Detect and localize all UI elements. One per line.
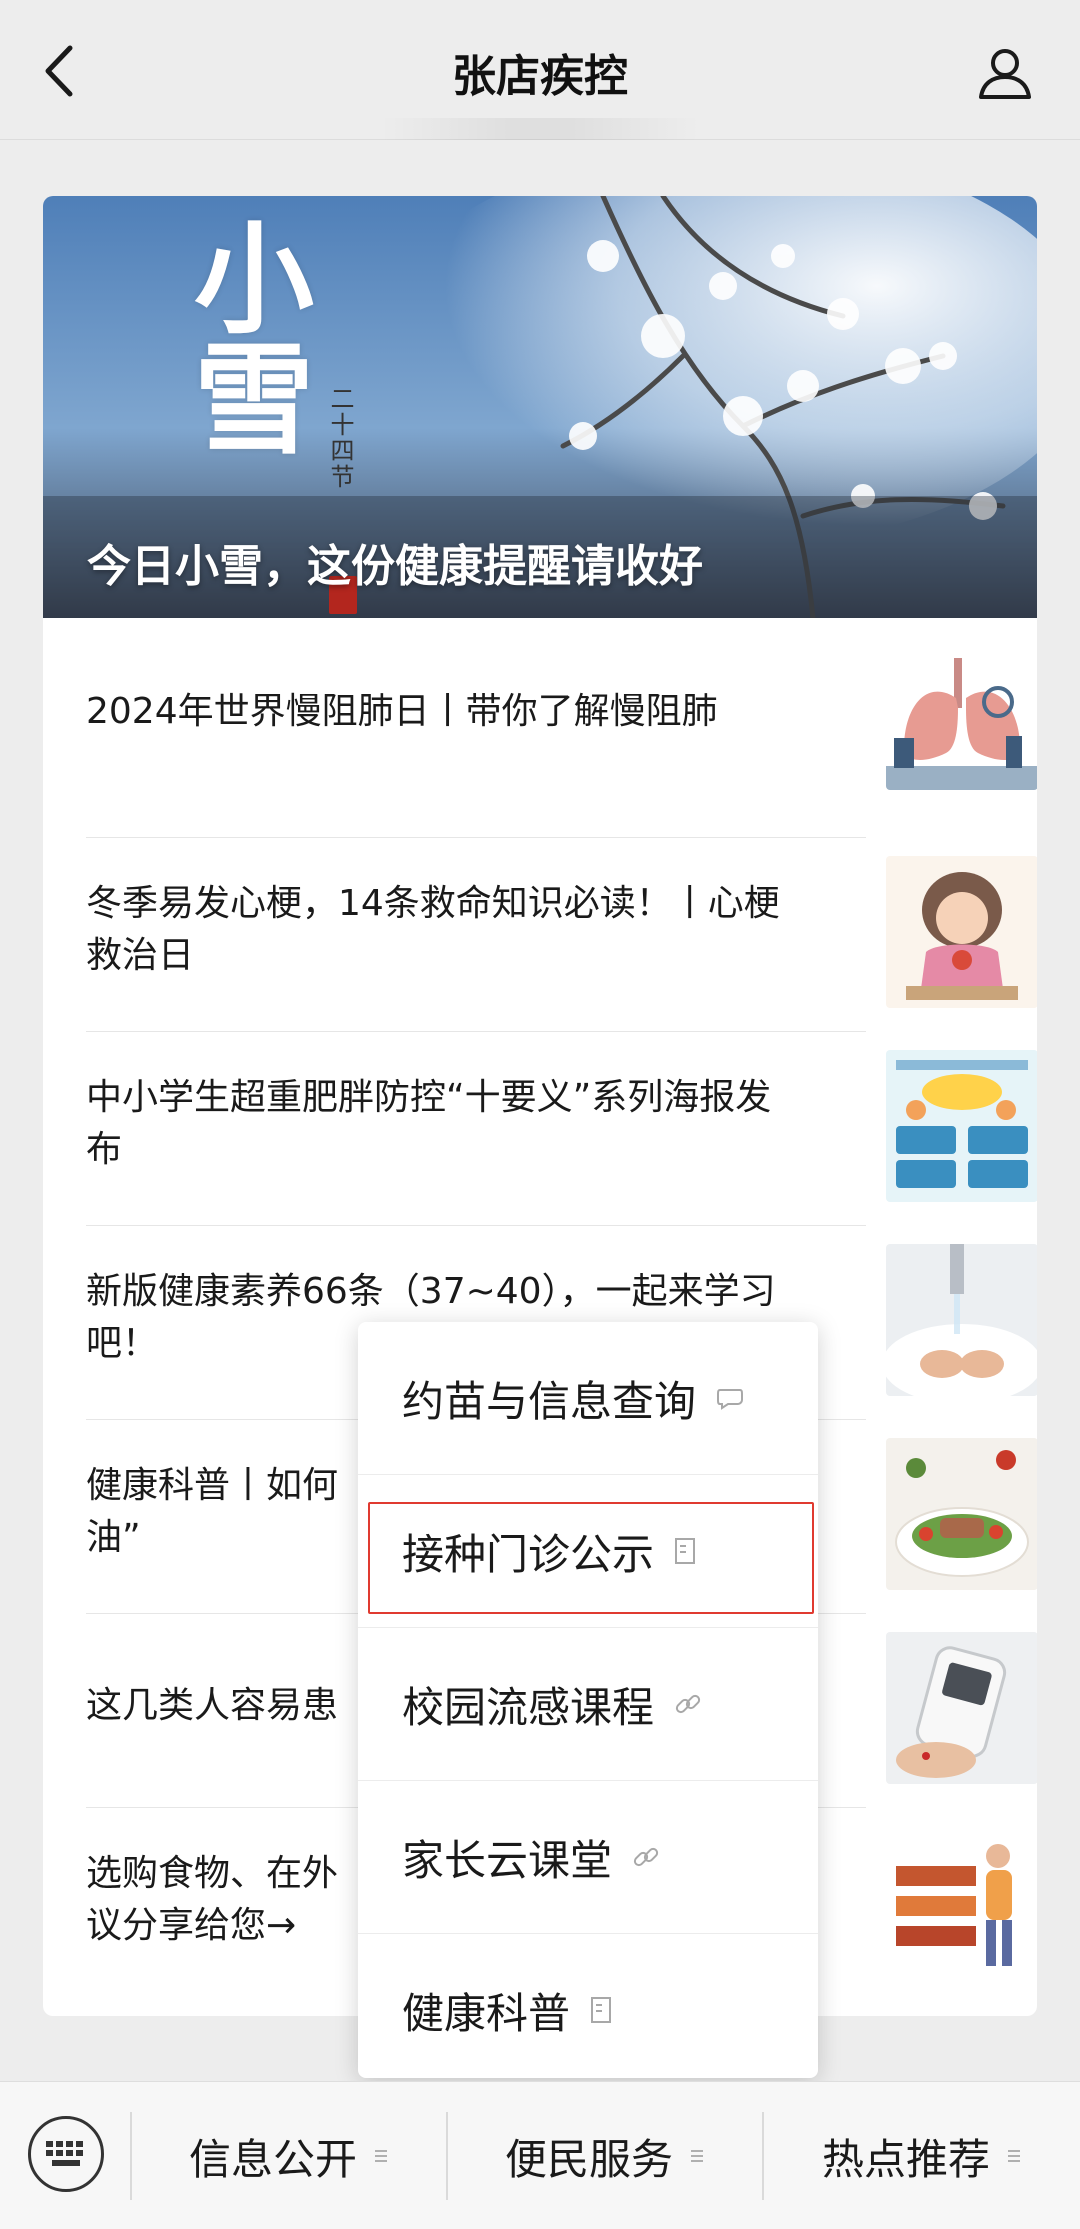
- top-bar: 张店疾控: [0, 0, 1080, 140]
- scrolled-content-remnant: [380, 118, 700, 140]
- glucose-meter-photo: [886, 1632, 1037, 1784]
- menu-lines-icon: [1006, 2147, 1022, 2165]
- menu-item-vaccine-query[interactable]: 约苗与信息查询: [358, 1322, 818, 1474]
- article-thumbnail: [886, 1438, 1037, 1590]
- submenu-popup: 约苗与信息查询 接种门诊公示 校园流感课程 家长云课堂 健康科普: [358, 1322, 818, 2078]
- tab-label: 便民服务: [504, 2134, 673, 2184]
- article-item[interactable]: 中小学生超重肥胖防控“十要义”系列海报发布: [86, 1032, 1037, 1226]
- link-icon: [632, 1843, 660, 1871]
- article-title: 2024年世界慢阻肺日丨带你了解慢阻肺: [86, 691, 718, 732]
- article-thumbnail: [886, 1050, 1037, 1202]
- market-illustration: [886, 1826, 1037, 1978]
- tab-convenience-services[interactable]: 便民服务: [448, 2082, 762, 2229]
- article-item[interactable]: 冬季易发心梗，14条救命知识必读！丨心梗救治日: [86, 838, 1037, 1032]
- menu-item-parent-cloud-class[interactable]: 家长云课堂: [358, 1781, 818, 1933]
- menu-lines-icon: [689, 2147, 705, 2165]
- lungs-illustration: [886, 638, 1037, 790]
- hero-calligraphy-caption: 二十四节: [326, 386, 354, 490]
- menu-item-health-science[interactable]: 健康科普: [358, 1934, 818, 2086]
- tab-label: 热点推荐: [821, 2134, 990, 2184]
- menu-lines-icon: [373, 2147, 389, 2165]
- profile-button[interactable]: [970, 38, 1040, 108]
- girl-illustration: [886, 856, 1037, 1008]
- handwash-photo: [886, 1244, 1037, 1396]
- article-thumbnail: [886, 1826, 1037, 1978]
- salad-photo: [886, 1438, 1037, 1590]
- tab-info-public[interactable]: 信息公开: [132, 2082, 446, 2229]
- article-thumbnail: [886, 856, 1037, 1008]
- article-item[interactable]: 2024年世界慢阻肺日丨带你了解慢阻肺: [86, 618, 1037, 812]
- keyboard-icon: [46, 2141, 83, 2166]
- menu-item-campus-flu-course[interactable]: 校园流感课程: [358, 1628, 818, 1780]
- article-title: 中小学生超重肥胖防控“十要义”系列海报发布: [86, 1077, 772, 1170]
- keyboard-toggle-button[interactable]: [28, 2116, 104, 2192]
- menu-item-label: 家长云课堂: [402, 1835, 613, 1885]
- menu-item-label: 约苗与信息查询: [402, 1376, 697, 1426]
- menu-item-label: 校园流感课程: [402, 1682, 655, 1732]
- article-thumbnail: [886, 638, 1037, 790]
- tab-hot-recommendations[interactable]: 热点推荐: [764, 2082, 1080, 2229]
- hero-calligraphy: 小雪: [173, 216, 314, 456]
- hero-article[interactable]: 小雪 二十四节 今日小雪，这份健康提醒请收好: [43, 196, 1037, 618]
- article-thumbnail: [886, 1632, 1037, 1784]
- user-icon: [979, 49, 1031, 99]
- article-thumbnail: [886, 1244, 1037, 1396]
- bottom-menu-bar: 信息公开 便民服务 热点推荐: [0, 2081, 1080, 2229]
- document-icon: [590, 1996, 612, 2024]
- poster-illustration: [886, 1050, 1037, 1202]
- link-icon: [674, 1690, 702, 1718]
- menu-item-label: 健康科普: [402, 1988, 571, 2038]
- highlight-box: [368, 1502, 814, 1614]
- page-title: 张店疾控: [452, 51, 628, 102]
- hero-title: 今日小雪，这份健康提醒请收好: [87, 541, 703, 592]
- chat-bubble-icon: [716, 1386, 744, 1410]
- article-title: 冬季易发心梗，14条救命知识必读！丨心梗救治日: [86, 883, 780, 976]
- tab-label: 信息公开: [188, 2134, 357, 2184]
